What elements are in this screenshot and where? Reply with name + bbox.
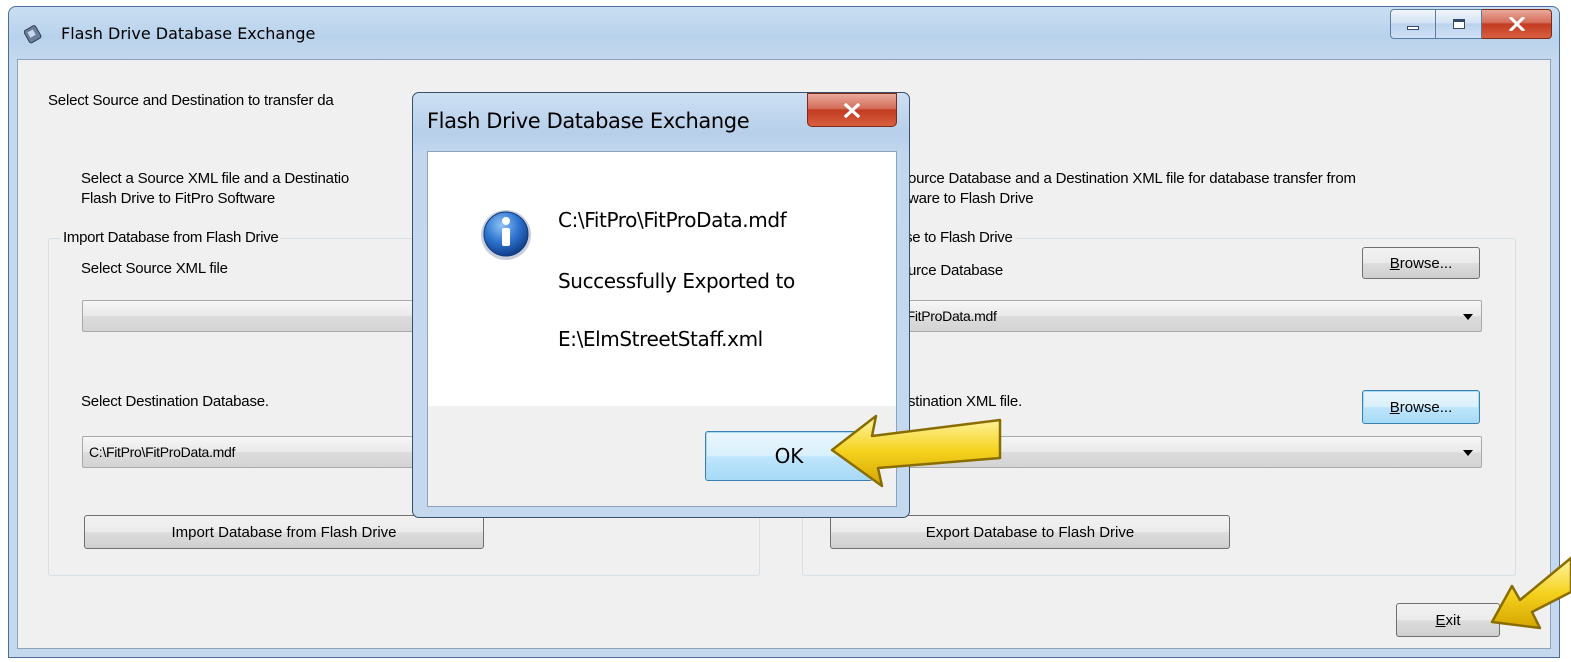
exit-mnemonic: E xyxy=(1435,611,1446,629)
instruction-text: Select Source and Destination to transfe… xyxy=(48,92,334,109)
destination-database-value: C:\FitPro\FitProData.mdf xyxy=(89,444,236,460)
dialog-line-1: C:\FitPro\FitProData.mdf xyxy=(558,208,787,232)
export-description-line2: ware to Flash Drive xyxy=(908,190,1034,207)
app-icon xyxy=(24,25,42,44)
title-bar[interactable]: Flash Drive Database Exchange xyxy=(9,7,1559,59)
source-xml-combo[interactable] xyxy=(82,300,442,332)
dialog-close-button[interactable] xyxy=(807,93,897,127)
export-database-button[interactable]: Export Database to Flash Drive xyxy=(830,515,1230,549)
exit-label: xit xyxy=(1445,611,1461,629)
source-database-value: \FitProData.mdf xyxy=(903,308,997,324)
browse-source-button[interactable]: Browse... xyxy=(1362,247,1480,279)
chevron-down-icon xyxy=(1463,314,1473,320)
export-description-line1: ource Database and a Destination XML fil… xyxy=(908,170,1356,187)
window-title: Flash Drive Database Exchange xyxy=(61,24,316,43)
browse-destination-button[interactable]: Browse... xyxy=(1362,390,1480,424)
source-database-combo[interactable]: \FitProData.mdf xyxy=(898,300,1482,332)
maximize-button[interactable] xyxy=(1436,9,1482,39)
browse-destination-label: rowse... xyxy=(1399,398,1453,416)
minimize-button[interactable] xyxy=(1390,9,1436,39)
chevron-down-icon xyxy=(1463,450,1473,456)
source-xml-label: Select Source XML file xyxy=(81,260,228,277)
close-button[interactable] xyxy=(1482,9,1552,39)
browse-source-mnemonic: B xyxy=(1389,254,1400,272)
dialog-line-3: E:\ElmStreetStaff.xml xyxy=(558,327,763,351)
minimize-icon xyxy=(1407,26,1419,30)
pointer-arrow-exit xyxy=(1490,556,1571,630)
source-database-label: urce Database xyxy=(908,262,1003,279)
maximize-icon xyxy=(1452,19,1465,29)
destination-database-combo[interactable]: C:\FitPro\FitProData.mdf xyxy=(82,436,442,468)
import-description-line1: Select a Source XML file and a Destinati… xyxy=(81,170,350,187)
destination-database-label: Select Destination Database. xyxy=(81,393,269,410)
import-description-line2: Flash Drive to FitPro Software xyxy=(81,190,276,207)
browse-source-label: rowse... xyxy=(1399,254,1453,272)
import-group-title: Import Database from Flash Drive xyxy=(61,229,281,246)
info-icon xyxy=(481,210,531,260)
exit-button[interactable]: Exit xyxy=(1396,603,1500,637)
close-icon xyxy=(843,102,861,118)
destination-xml-label: stination XML file. xyxy=(908,393,1023,410)
pointer-arrow-ok xyxy=(830,414,1002,488)
dialog-title: Flash Drive Database Exchange xyxy=(427,109,750,133)
dialog-line-2: Successfully Exported to xyxy=(558,269,795,293)
browse-destination-mnemonic: B xyxy=(1389,398,1400,416)
close-icon xyxy=(1508,17,1525,31)
import-database-button[interactable]: Import Database from Flash Drive xyxy=(84,515,484,549)
